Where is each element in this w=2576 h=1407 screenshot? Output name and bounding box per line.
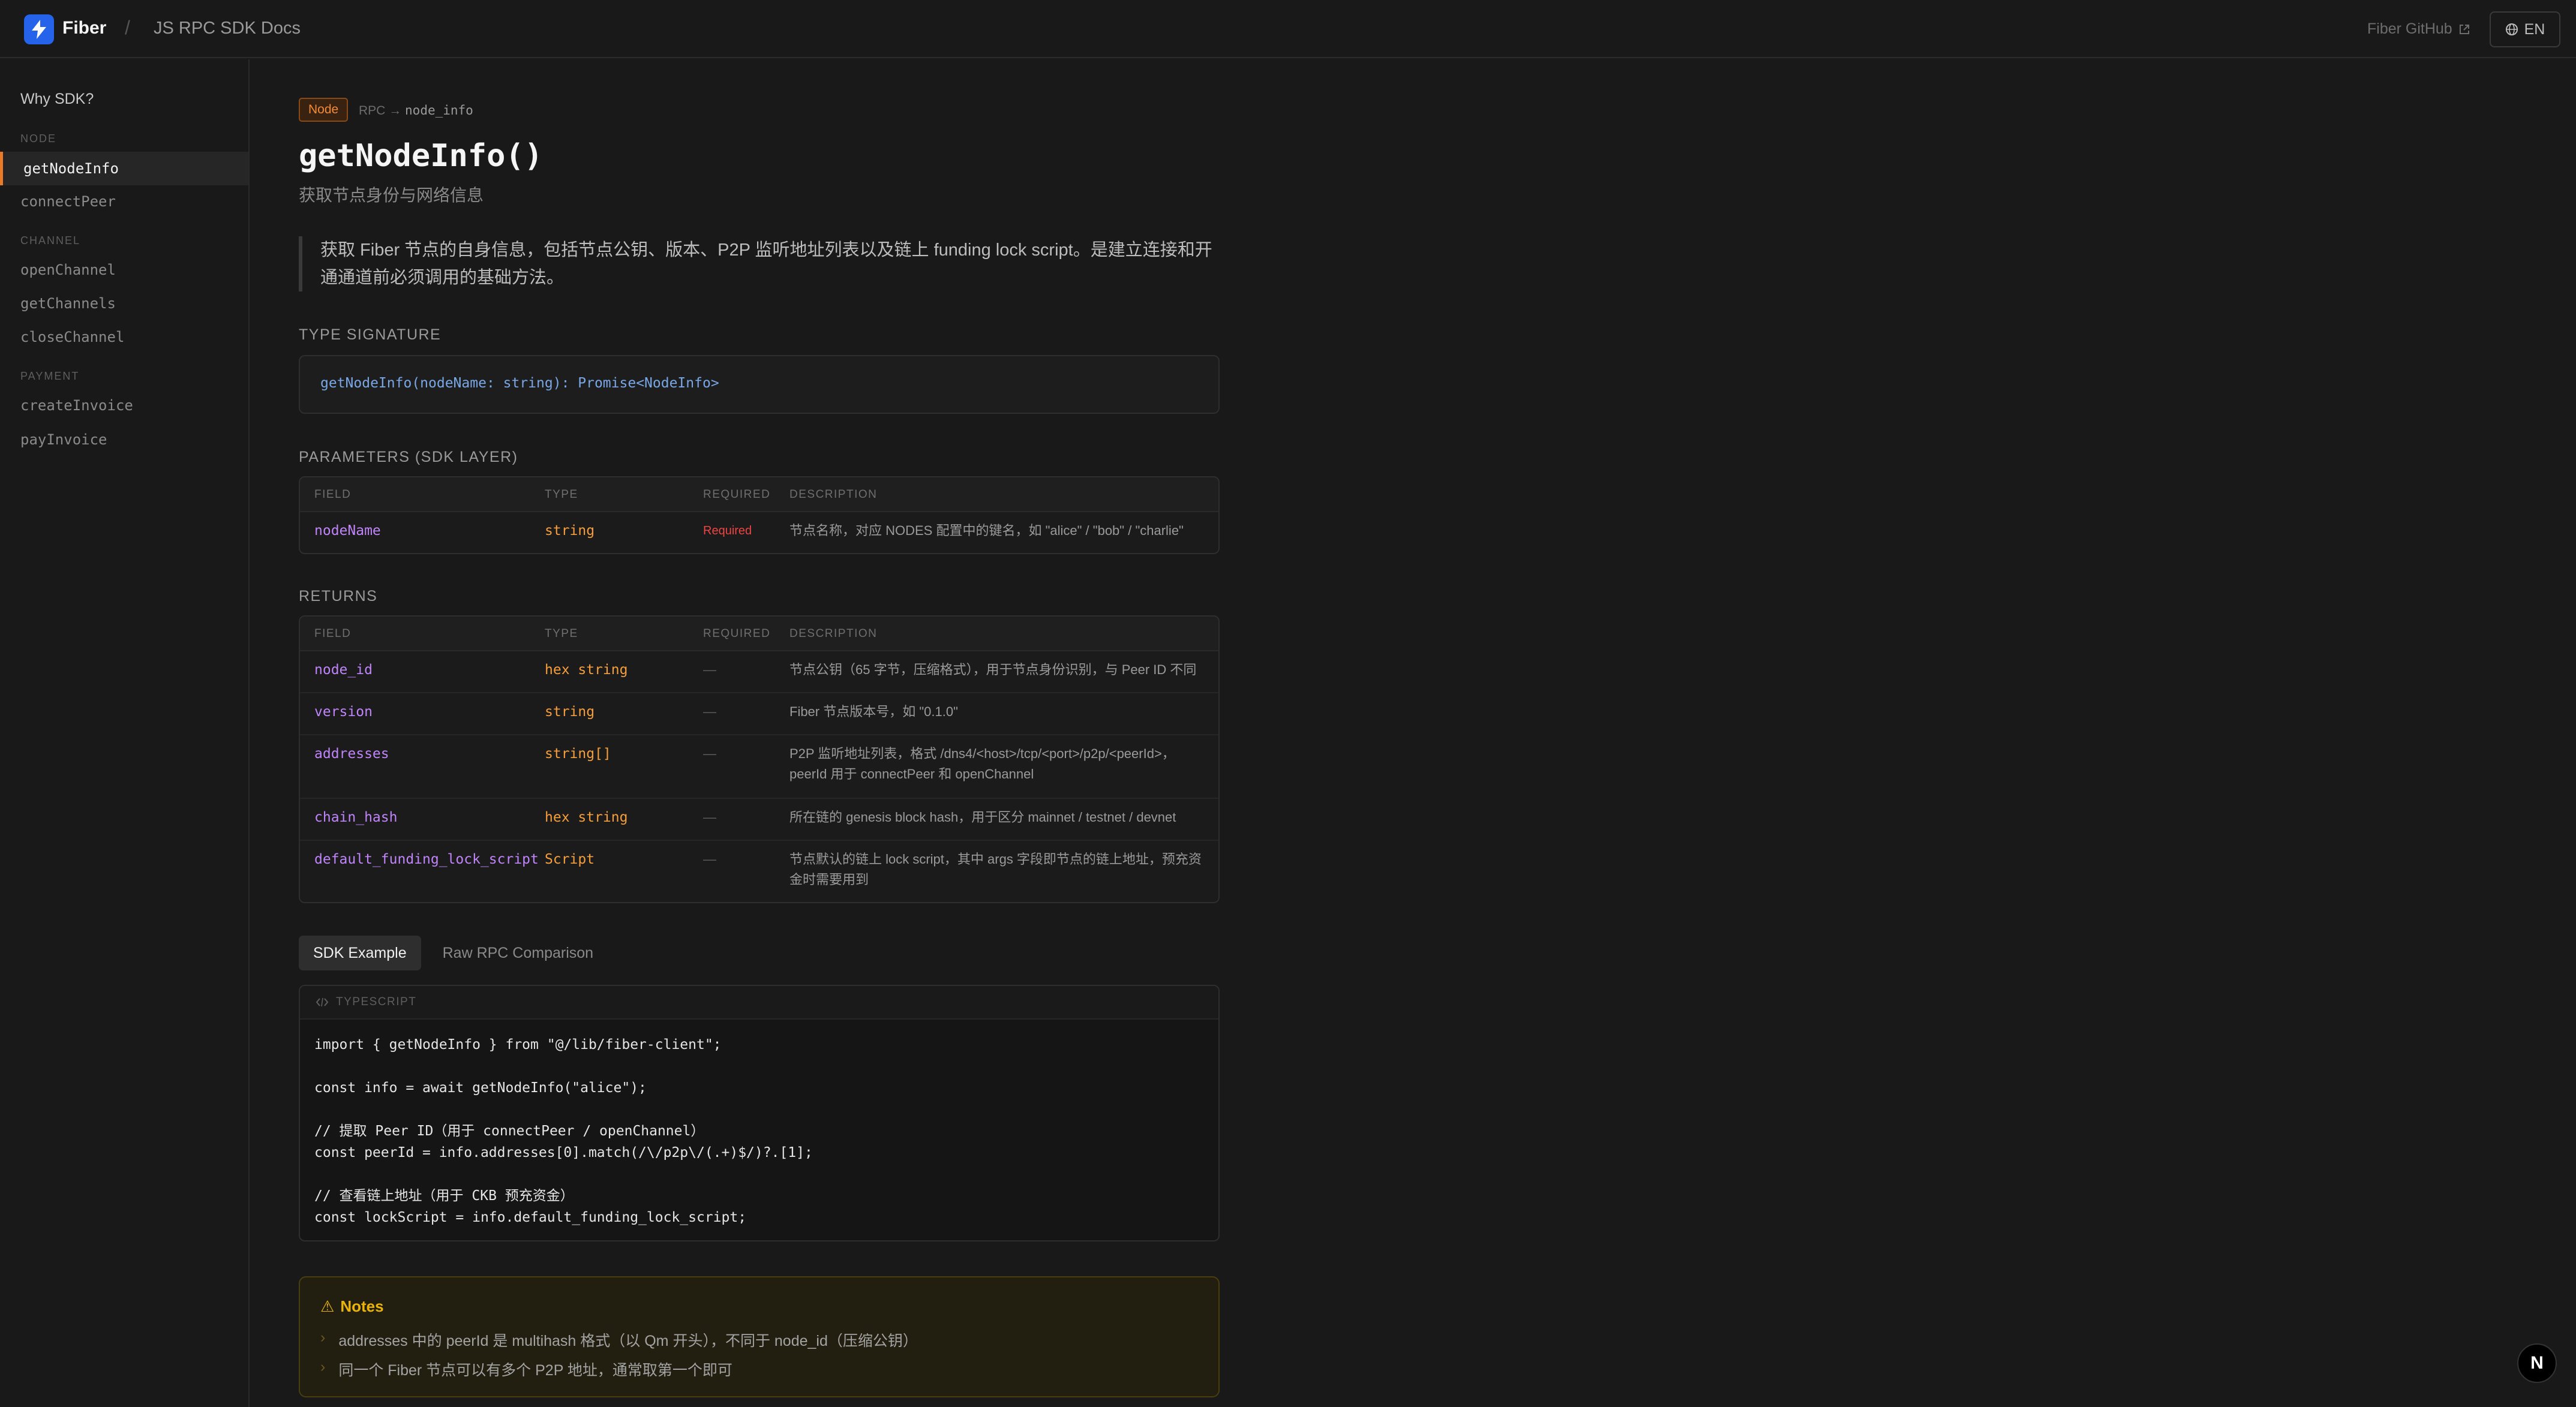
table-row: chain_hash hex string — 所在链的 genesis blo…	[300, 799, 1218, 841]
sidebar-item-connectpeer[interactable]: connectPeer	[20, 193, 116, 210]
sidebar-item-getchannels[interactable]: getChannels	[20, 295, 116, 312]
note-item: › addresses 中的 peerId 是 multihash 格式（以 Q…	[320, 1329, 918, 1351]
chevron-right-icon: ›	[320, 1358, 326, 1375]
column-header: REQUIRED	[703, 627, 771, 640]
sidebar: Why SDK? NODE getNodeInfo connectPeer CH…	[0, 59, 250, 1407]
field-name: chain_hash	[314, 810, 398, 825]
column-header: DESCRIPTION	[789, 627, 878, 640]
code-language-label: TYPESCRIPT	[336, 996, 417, 1008]
sidebar-section-node: NODE	[20, 133, 57, 145]
field-name: node_id	[314, 662, 373, 678]
note-text: addresses 中的 peerId 是 multihash 格式（以 Qm …	[338, 1333, 918, 1349]
notes-header: ⚠ Notes	[320, 1297, 384, 1316]
field-description: 节点公钥（65 字节，压缩格式），用于节点身份识别，与 Peer ID 不同	[789, 662, 1197, 677]
field-type: string[]	[545, 746, 611, 762]
parameters-label: PARAMETERS (SDK LAYER)	[299, 449, 518, 465]
column-header: TYPE	[545, 488, 578, 501]
external-link-icon	[2459, 24, 2469, 34]
required-value: —	[703, 852, 716, 867]
table-header: FIELD TYPE REQUIRED DESCRIPTION	[300, 477, 1218, 512]
table-header: FIELD TYPE REQUIRED DESCRIPTION	[300, 617, 1218, 651]
table-row: version string — Fiber 节点版本号，如 "0.1.0"	[300, 693, 1218, 735]
required-value: —	[703, 662, 716, 677]
language-button[interactable]: EN	[2490, 11, 2560, 47]
example-tabs: SDK Example Raw RPC Comparison	[299, 936, 608, 972]
column-header: REQUIRED	[703, 488, 771, 501]
brand-name[interactable]: Fiber	[62, 18, 106, 38]
field-type: Script	[545, 852, 595, 867]
returns-label: RETURNS	[299, 588, 378, 605]
field-description: 节点名称，对应 NODES 配置中的键名，如 "alice" / "bob" /…	[789, 523, 1184, 538]
sidebar-item-why-sdk[interactable]: Why SDK?	[20, 91, 94, 108]
field-description: Fiber 节点版本号，如 "0.1.0"	[789, 704, 958, 719]
note-text: 同一个 Fiber 节点可以有多个 P2P 地址，通常取第一个即可	[338, 1362, 732, 1379]
top-header: Fiber / JS RPC SDK Docs Fiber GitHub EN	[0, 0, 2576, 58]
field-name: nodeName	[314, 523, 381, 539]
fiber-logo[interactable]	[24, 14, 54, 44]
sidebar-item-label: getNodeInfo	[23, 160, 119, 177]
field-description: 节点默认的链上 lock script，其中 args 字段即节点的链上地址，预…	[789, 852, 1202, 887]
table-row: default_funding_lock_script Script — 节点默…	[300, 841, 1218, 902]
column-header: DESCRIPTION	[789, 488, 878, 501]
type-signature-code: getNodeInfo(nodeName: string): Promise<N…	[299, 355, 1220, 414]
rpc-breadcrumb: RPC → node_info	[359, 103, 473, 118]
table-row: nodeName string Required 节点名称，对应 NODES 配…	[300, 512, 1218, 553]
note-item: › 同一个 Fiber 节点可以有多个 P2P 地址，通常取第一个即可	[320, 1358, 732, 1380]
required-value: —	[703, 746, 716, 761]
field-name: default_funding_lock_script	[314, 852, 539, 867]
field-type: string	[545, 704, 595, 720]
code-content[interactable]: import { getNodeInfo } from "@/lib/fiber…	[300, 1020, 1218, 1240]
page-subtitle: 获取节点身份与网络信息	[299, 186, 484, 205]
code-block: TYPESCRIPT import { getNodeInfo } from "…	[299, 985, 1220, 1241]
field-description: 所在链的 genesis block hash，用于区分 mainnet / t…	[789, 810, 1176, 825]
code-icon	[316, 997, 329, 1007]
page-title: getNodeInfo()	[299, 138, 543, 174]
required-value: —	[703, 704, 716, 719]
nextjs-dev-button[interactable]: N	[2517, 1343, 2557, 1383]
sidebar-item-createinvoice[interactable]: createInvoice	[20, 397, 133, 414]
github-link[interactable]: Fiber GitHub	[2367, 20, 2470, 38]
warning-icon: ⚠	[320, 1297, 335, 1315]
globe-icon	[2505, 23, 2518, 35]
crumb-method: node_info	[405, 103, 473, 118]
github-link-label: Fiber GitHub	[2367, 20, 2452, 37]
page-description: 获取 Fiber 节点的自身信息，包括节点公钥、版本、P2P 监听地址列表以及链…	[299, 236, 1220, 291]
type-signature-label: TYPE SIGNATURE	[299, 326, 442, 343]
category-badge: Node	[299, 98, 349, 122]
column-header: FIELD	[314, 627, 352, 640]
notes-callout: ⚠ Notes › addresses 中的 peerId 是 multihas…	[299, 1276, 1220, 1397]
tab-sdk-example[interactable]: SDK Example	[299, 936, 421, 970]
lightning-icon	[32, 20, 46, 39]
parameters-table: FIELD TYPE REQUIRED DESCRIPTION nodeName…	[299, 476, 1220, 554]
table-row: addresses string[] — P2P 监听地址列表，格式 /dns4…	[300, 735, 1218, 799]
table-row: node_id hex string — 节点公钥（65 字节，压缩格式），用于…	[300, 651, 1218, 693]
column-header: TYPE	[545, 627, 578, 640]
column-header: FIELD	[314, 488, 352, 501]
sidebar-item-openchannel[interactable]: openChannel	[20, 261, 116, 278]
code-block-header: TYPESCRIPT	[300, 986, 1218, 1020]
sidebar-item-payinvoice[interactable]: payInvoice	[20, 431, 107, 448]
field-name: addresses	[314, 746, 389, 762]
required-badge: Required	[703, 524, 752, 537]
field-type: hex string	[545, 810, 628, 825]
sidebar-section-channel: CHANNEL	[20, 235, 81, 246]
chevron-right-icon: ›	[320, 1329, 326, 1346]
field-type: string	[545, 523, 595, 539]
returns-table: FIELD TYPE REQUIRED DESCRIPTION node_id …	[299, 615, 1220, 903]
docs-title[interactable]: JS RPC SDK Docs	[154, 19, 301, 38]
crumb-prefix: RPC →	[359, 104, 402, 118]
language-label: EN	[2524, 20, 2545, 38]
field-name: version	[314, 704, 373, 720]
field-type: hex string	[545, 662, 628, 678]
notes-title: Notes	[340, 1297, 384, 1315]
sidebar-section-payment: PAYMENT	[20, 370, 80, 382]
header-separator: /	[125, 17, 130, 38]
sidebar-item-getnodeinfo[interactable]: getNodeInfo	[0, 152, 248, 185]
tab-raw-rpc-comparison[interactable]: Raw RPC Comparison	[428, 936, 608, 970]
required-value: —	[703, 810, 716, 825]
field-description: P2P 监听地址列表，格式 /dns4/<host>/tcp/<port>/p2…	[789, 746, 1175, 781]
sidebar-item-closechannel[interactable]: closeChannel	[20, 329, 124, 345]
